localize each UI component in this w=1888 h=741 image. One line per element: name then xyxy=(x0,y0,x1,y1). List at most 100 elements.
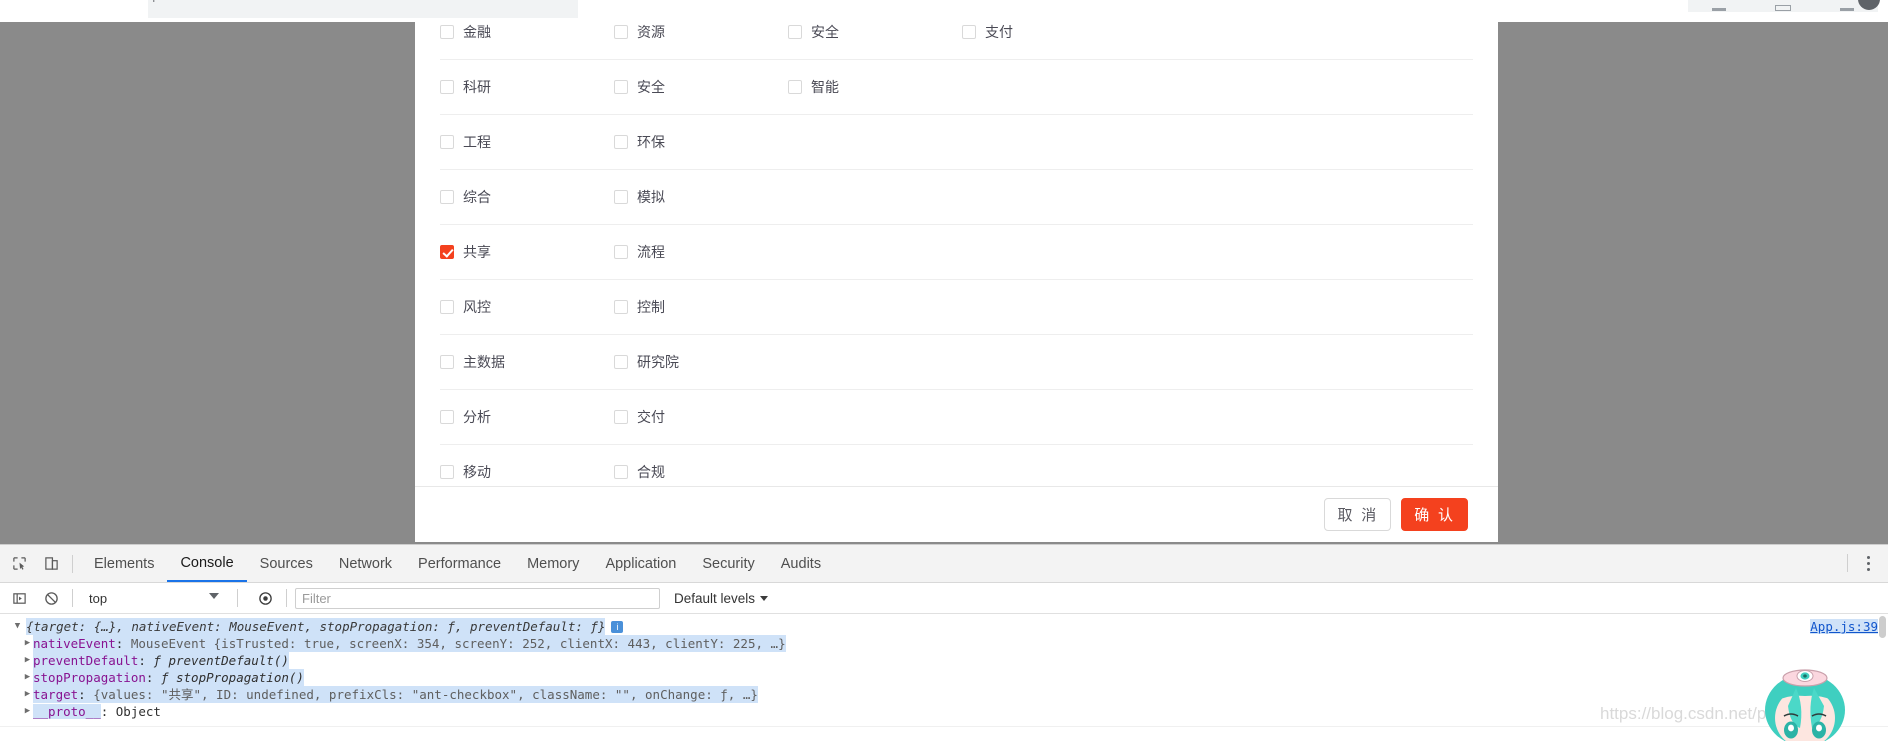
cancel-button[interactable]: 取 消 xyxy=(1324,498,1392,531)
console-property-row[interactable]: nativeEvent: MouseEvent {isTrusted: true… xyxy=(0,635,1888,652)
checkbox-item[interactable]: 风控 xyxy=(440,297,614,317)
checkbox-item[interactable]: 交付 xyxy=(614,407,788,427)
checkbox-item[interactable]: 支付 xyxy=(962,22,1136,42)
checkbox-item[interactable]: 研究院 xyxy=(614,352,788,372)
checkbox-label[interactable]: 综合 xyxy=(463,187,491,207)
checkbox-label[interactable]: 科研 xyxy=(463,77,491,97)
checkbox-item[interactable]: 移动 xyxy=(440,462,614,482)
checkbox-label[interactable]: 分析 xyxy=(463,407,491,427)
checkbox-item[interactable]: 安全 xyxy=(788,22,962,42)
checkbox-icon[interactable] xyxy=(440,355,454,369)
checkbox-icon[interactable] xyxy=(788,25,802,39)
info-badge-icon[interactable]: i xyxy=(611,620,624,633)
checkbox-label[interactable]: 流程 xyxy=(637,242,665,262)
checkbox-label[interactable]: 资源 xyxy=(637,22,665,42)
checkbox-label[interactable]: 交付 xyxy=(637,407,665,427)
checkbox-item[interactable]: 工程 xyxy=(440,132,614,152)
checkbox-label[interactable]: 支付 xyxy=(985,22,1013,42)
checkbox-icon[interactable] xyxy=(614,80,628,94)
checkbox-item[interactable]: 分析 xyxy=(440,407,614,427)
close-icon[interactable] xyxy=(1839,8,1854,11)
console-property-row[interactable]: target: {values: "共享", ID: undefined, pr… xyxy=(0,686,1888,703)
checkbox-icon[interactable] xyxy=(788,80,802,94)
more-options-icon[interactable] xyxy=(1858,553,1878,573)
checkbox-icon[interactable] xyxy=(440,135,454,149)
tab-application[interactable]: Application xyxy=(592,546,689,582)
tab-audits[interactable]: Audits xyxy=(768,546,834,582)
checkbox-label[interactable]: 环保 xyxy=(637,132,665,152)
console-property-row[interactable]: stopPropagation: ƒ stopPropagation() xyxy=(0,669,1888,686)
checkbox-item[interactable]: 控制 xyxy=(614,297,788,317)
checkbox-icon[interactable] xyxy=(962,25,976,39)
console-settings-eye-icon[interactable] xyxy=(252,585,278,611)
checkbox-label[interactable]: 风控 xyxy=(463,297,491,317)
checkbox-label[interactable]: 研究院 xyxy=(637,352,679,372)
checkbox-item[interactable]: 科研 xyxy=(440,77,614,97)
confirm-button[interactable]: 确 认 xyxy=(1401,498,1468,531)
clear-console-icon[interactable] xyxy=(38,585,64,611)
checkbox-label[interactable]: 共享 xyxy=(463,242,491,262)
maximize-icon[interactable] xyxy=(1774,5,1791,11)
expand-arrow-icon[interactable] xyxy=(22,703,33,720)
expand-arrow-icon[interactable] xyxy=(22,686,33,703)
tab-network[interactable]: Network xyxy=(326,546,405,582)
checkbox-item[interactable]: 金融 xyxy=(440,22,614,42)
checkbox-icon[interactable] xyxy=(440,410,454,424)
checkbox-icon[interactable] xyxy=(614,410,628,424)
checkbox-item[interactable]: 合规 xyxy=(614,462,788,482)
checkbox-label[interactable]: 控制 xyxy=(637,297,665,317)
console-property-row[interactable]: __proto__: Object xyxy=(0,703,1888,720)
checkbox-label[interactable]: 智能 xyxy=(811,77,839,97)
checkbox-icon[interactable] xyxy=(440,465,454,479)
checkbox-icon[interactable] xyxy=(440,80,454,94)
tab-performance[interactable]: Performance xyxy=(405,546,514,582)
console-sidebar-icon[interactable] xyxy=(6,585,32,611)
checkbox-item[interactable]: 智能 xyxy=(788,77,962,97)
expand-arrow-icon[interactable] xyxy=(22,635,33,652)
checkbox-icon[interactable] xyxy=(440,25,454,39)
log-levels-dropdown[interactable]: Default levels xyxy=(674,591,769,606)
tab-sources[interactable]: Sources xyxy=(247,546,326,582)
checkbox-label[interactable]: 移动 xyxy=(463,462,491,482)
checkbox-icon[interactable] xyxy=(614,300,628,314)
checkbox-icon-checked[interactable] xyxy=(440,245,454,259)
checkbox-label[interactable]: 模拟 xyxy=(637,187,665,207)
checkbox-item[interactable]: 模拟 xyxy=(614,187,788,207)
checkbox-icon[interactable] xyxy=(614,135,628,149)
expand-arrow-icon[interactable] xyxy=(12,618,23,635)
checkbox-icon[interactable] xyxy=(614,355,628,369)
checkbox-label[interactable]: 金融 xyxy=(463,22,491,42)
console-object-preview-line[interactable]: {target: {…}, nativeEvent: MouseEvent, s… xyxy=(0,618,1888,635)
checkbox-item[interactable]: 流程 xyxy=(614,242,788,262)
checkbox-item[interactable]: 安全 xyxy=(614,77,788,97)
checkbox-icon[interactable] xyxy=(614,245,628,259)
execution-context-select[interactable]: top xyxy=(81,588,229,609)
checkbox-label[interactable]: 安全 xyxy=(811,22,839,42)
source-link[interactable]: App.js:39 xyxy=(1810,619,1878,634)
checkbox-label[interactable]: 主数据 xyxy=(463,352,505,372)
checkbox-item[interactable]: 环保 xyxy=(614,132,788,152)
device-toolbar-icon[interactable] xyxy=(38,551,64,577)
checkbox-icon[interactable] xyxy=(440,190,454,204)
checkbox-icon[interactable] xyxy=(440,300,454,314)
checkbox-item-selected[interactable]: 共享 xyxy=(440,242,614,262)
checkbox-icon[interactable] xyxy=(614,25,628,39)
expand-arrow-icon[interactable] xyxy=(22,669,33,686)
checkbox-icon[interactable] xyxy=(614,190,628,204)
minimize-icon[interactable] xyxy=(1712,8,1727,11)
tab-console[interactable]: Console xyxy=(167,546,247,582)
checkbox-label[interactable]: 工程 xyxy=(463,132,491,152)
console-property-row[interactable]: preventDefault: ƒ preventDefault() xyxy=(0,652,1888,669)
checkbox-label[interactable]: 安全 xyxy=(637,77,665,97)
console-output[interactable]: App.js:39 {target: {…}, nativeEvent: Mou… xyxy=(0,614,1888,741)
tab-memory[interactable]: Memory xyxy=(514,546,592,582)
checkbox-item[interactable]: 主数据 xyxy=(440,352,614,372)
tab-elements[interactable]: Elements xyxy=(81,546,167,582)
checkbox-label[interactable]: 合规 xyxy=(637,462,665,482)
filter-input[interactable] xyxy=(295,587,660,609)
checkbox-item[interactable]: 资源 xyxy=(614,22,788,42)
checkbox-icon[interactable] xyxy=(614,465,628,479)
browser-tab-active[interactable] xyxy=(148,0,578,18)
expand-arrow-icon[interactable] xyxy=(22,652,33,669)
inspect-element-icon[interactable] xyxy=(6,551,32,577)
